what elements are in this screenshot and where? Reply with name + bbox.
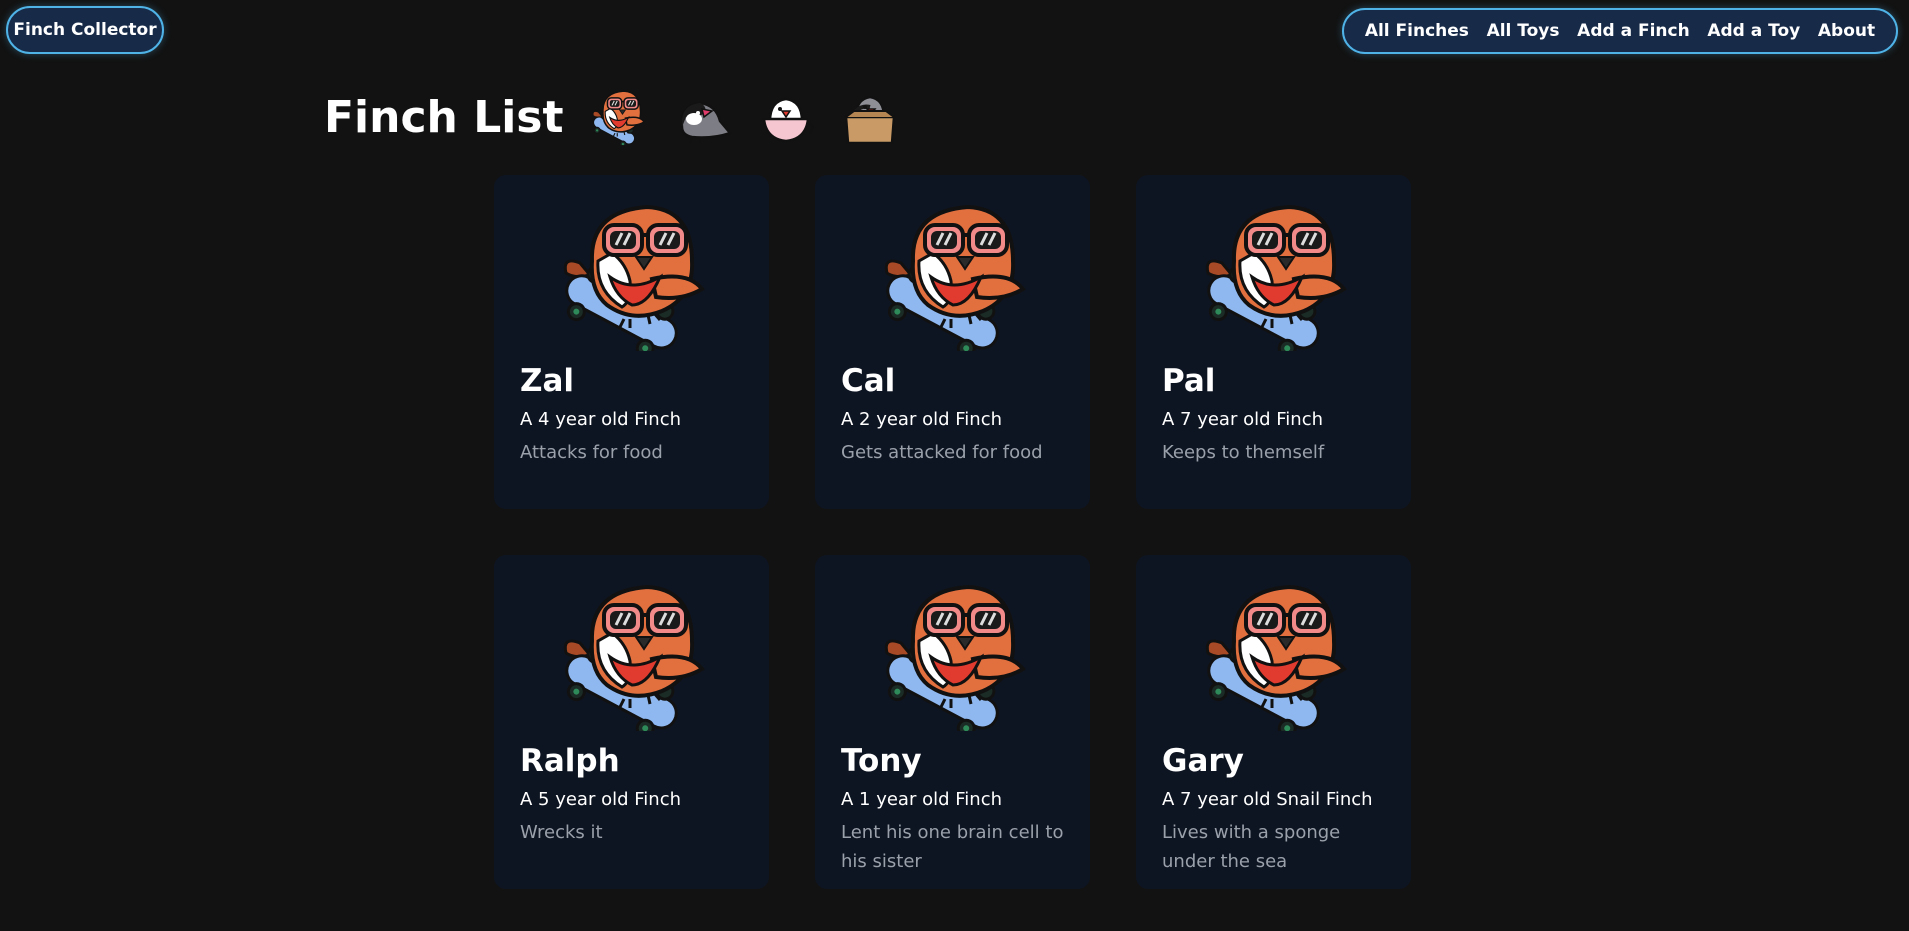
- finch-card[interactable]: Cal A 2 year old Finch Gets attacked for…: [815, 175, 1090, 509]
- page-title: Finch List: [324, 91, 564, 143]
- finch-description: Gets attacked for food: [841, 442, 1043, 463]
- nav-add-toy[interactable]: Add a Toy: [1707, 21, 1800, 41]
- skateboard-finch-image: [552, 581, 712, 731]
- finch-card[interactable]: Ralph A 5 year old Finch Wrecks it: [494, 555, 769, 889]
- finch-description: Lives with a sponge under the sea: [1162, 822, 1341, 872]
- finch-name: Cal: [841, 363, 896, 399]
- finch-description: Keeps to themself: [1162, 442, 1325, 463]
- nav-about[interactable]: About: [1818, 21, 1875, 41]
- finch-age: A 7 year old Finch: [1162, 409, 1324, 430]
- finch-description: Attacks for food: [520, 442, 663, 463]
- finch-card[interactable]: Tony A 1 year old Finch Lent his one bra…: [815, 555, 1090, 889]
- finch-age: A 7 year old Snail Finch: [1162, 789, 1373, 810]
- skateboard-finch-image: [1194, 581, 1354, 731]
- skateboard-finch-image: [873, 581, 1033, 731]
- skateboard-finch-image: [1194, 201, 1354, 351]
- java-sparrow-icon: [672, 87, 732, 147]
- finch-description: Wrecks it: [520, 822, 603, 843]
- finch-grid: Zal A 4 year old Finch Attacks for food …: [494, 175, 1411, 889]
- finch-name: Pal: [1162, 363, 1216, 399]
- finch-card[interactable]: Pal A 7 year old Finch Keeps to themself: [1136, 175, 1411, 509]
- finch-name: Ralph: [520, 743, 620, 779]
- teacup-bird-icon: [756, 87, 816, 147]
- finch-age: A 2 year old Finch: [841, 409, 1003, 430]
- finch-card[interactable]: Gary A 7 year old Snail Finch Lives with…: [1136, 555, 1411, 889]
- cool-finch-icon: [588, 87, 648, 147]
- finch-name: Tony: [841, 743, 922, 779]
- finch-age: A 4 year old Finch: [520, 409, 682, 430]
- main-nav: All Finches All Toys Add a Finch Add a T…: [1342, 8, 1898, 54]
- nav-all-toys[interactable]: All Toys: [1487, 21, 1560, 41]
- finch-age: A 5 year old Finch: [520, 789, 682, 810]
- finch-name: Gary: [1162, 743, 1244, 779]
- finch-name: Zal: [520, 363, 575, 399]
- nav-all-finches[interactable]: All Finches: [1365, 21, 1469, 41]
- page-header: Finch List: [324, 82, 924, 152]
- box-bird-icon: [840, 87, 900, 147]
- finch-description: Lent his one brain cell to his sister: [841, 822, 1064, 872]
- skateboard-finch-image: [873, 201, 1033, 351]
- skateboard-finch-image: [552, 201, 712, 351]
- nav-add-finch[interactable]: Add a Finch: [1577, 21, 1690, 41]
- home-link[interactable]: Finch Collector: [6, 6, 164, 54]
- finch-age: A 1 year old Finch: [841, 789, 1003, 810]
- finch-card[interactable]: Zal A 4 year old Finch Attacks for food: [494, 175, 769, 509]
